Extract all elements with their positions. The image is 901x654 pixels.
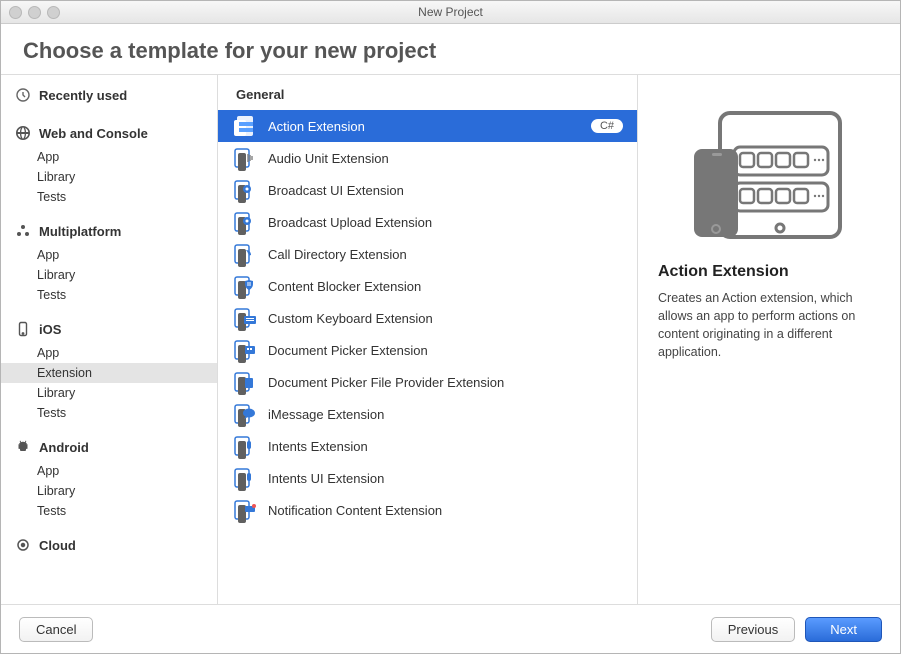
phone-icon [15,321,31,337]
sidebar-category-label: Multiplatform [39,224,121,239]
template-action-extension[interactable]: Action Extension C# [218,110,637,142]
window-title: New Project [1,5,900,19]
sidebar-item-ios-extension[interactable]: Extension [1,363,217,383]
clock-icon [15,87,31,103]
template-broadcast-ui-extension[interactable]: Broadcast UI Extension [218,174,637,206]
template-intents-extension[interactable]: Intents Extension [218,430,637,462]
template-audio-unit-extension[interactable]: Audio Unit Extension [218,142,637,174]
action-extension-illustration [658,105,880,245]
intents-ui-icon [232,465,258,491]
template-document-picker-extension[interactable]: Document Picker Extension [218,334,637,366]
sidebar-item-android-tests[interactable]: Tests [1,501,217,521]
template-label: Intents Extension [268,439,623,454]
detail-title: Action Extension [658,263,880,281]
template-content-blocker-extension[interactable]: Content Blocker Extension [218,270,637,302]
call-directory-icon [232,241,258,267]
sidebar-category-web[interactable]: Web and Console [1,119,217,147]
template-list: General Action Extension C# Audio Unit E… [218,75,638,604]
template-imessage-extension[interactable]: iMessage Extension [218,398,637,430]
template-label: Intents UI Extension [268,471,623,486]
template-custom-keyboard-extension[interactable]: Custom Keyboard Extension [218,302,637,334]
document-picker-icon [232,337,258,363]
sidebar-item-android-app[interactable]: App [1,461,217,481]
template-document-picker-file-provider-extension[interactable]: Document Picker File Provider Extension [218,366,637,398]
template-label: Broadcast UI Extension [268,183,623,198]
notification-content-icon [232,497,258,523]
broadcast-ui-icon [232,177,258,203]
template-intents-ui-extension[interactable]: Intents UI Extension [218,462,637,494]
audio-unit-icon [232,145,258,171]
previous-button[interactable]: Previous [711,617,796,642]
template-label: Action Extension [268,119,581,134]
sidebar-item-ios-library[interactable]: Library [1,383,217,403]
template-label: Document Picker File Provider Extension [268,375,623,390]
sidebar-category-cloud[interactable]: Cloud [1,531,217,559]
sidebar-item-ios-app[interactable]: App [1,343,217,363]
sidebar-item-web-tests[interactable]: Tests [1,187,217,207]
sidebar-item-web-library[interactable]: Library [1,167,217,187]
cloud-icon [15,537,31,553]
multiplatform-icon [15,223,31,239]
imessage-icon [232,401,258,427]
sidebar-item-android-library[interactable]: Library [1,481,217,501]
language-badge: C# [591,119,623,133]
next-button[interactable]: Next [805,617,882,642]
footer: Cancel Previous Next [1,605,900,653]
category-sidebar: Recently used Web and Console App Librar… [1,75,218,604]
template-label: Custom Keyboard Extension [268,311,623,326]
sidebar-recent-label: Recently used [39,88,127,103]
template-detail-pane: Action Extension Creates an Action exten… [638,75,900,604]
action-extension-icon [232,113,258,139]
sidebar-recently-used[interactable]: Recently used [1,81,217,109]
template-label: Notification Content Extension [268,503,623,518]
page-title: Choose a template for your new project [1,24,900,74]
custom-keyboard-icon [232,305,258,331]
sidebar-item-web-app[interactable]: App [1,147,217,167]
template-label: Broadcast Upload Extension [268,215,623,230]
body: Recently used Web and Console App Librar… [1,74,900,605]
template-broadcast-upload-extension[interactable]: Broadcast Upload Extension [218,206,637,238]
template-label: Call Directory Extension [268,247,623,262]
template-group-header: General [218,75,637,110]
content-blocker-icon [232,273,258,299]
globe-icon [15,125,31,141]
sidebar-category-android[interactable]: Android [1,433,217,461]
cancel-button[interactable]: Cancel [19,617,93,642]
template-label: iMessage Extension [268,407,623,422]
template-label: Audio Unit Extension [268,151,623,166]
sidebar-item-ios-tests[interactable]: Tests [1,403,217,423]
template-label: Document Picker Extension [268,343,623,358]
android-icon [15,439,31,455]
sidebar-category-label: Cloud [39,538,76,553]
detail-description: Creates an Action extension, which allow… [658,289,880,362]
sidebar-item-mp-app[interactable]: App [1,245,217,265]
broadcast-upload-icon [232,209,258,235]
sidebar-category-label: iOS [39,322,61,337]
sidebar-item-mp-tests[interactable]: Tests [1,285,217,305]
intents-icon [232,433,258,459]
template-call-directory-extension[interactable]: Call Directory Extension [218,238,637,270]
titlebar: New Project [1,1,900,24]
sidebar-category-label: Android [39,440,89,455]
sidebar-category-label: Web and Console [39,126,148,141]
new-project-window: New Project Choose a template for your n… [0,0,901,654]
sidebar-category-multiplatform[interactable]: Multiplatform [1,217,217,245]
document-picker-file-provider-icon [232,369,258,395]
template-notification-content-extension[interactable]: Notification Content Extension [218,494,637,526]
sidebar-item-mp-library[interactable]: Library [1,265,217,285]
sidebar-category-ios[interactable]: iOS [1,315,217,343]
template-label: Content Blocker Extension [268,279,623,294]
